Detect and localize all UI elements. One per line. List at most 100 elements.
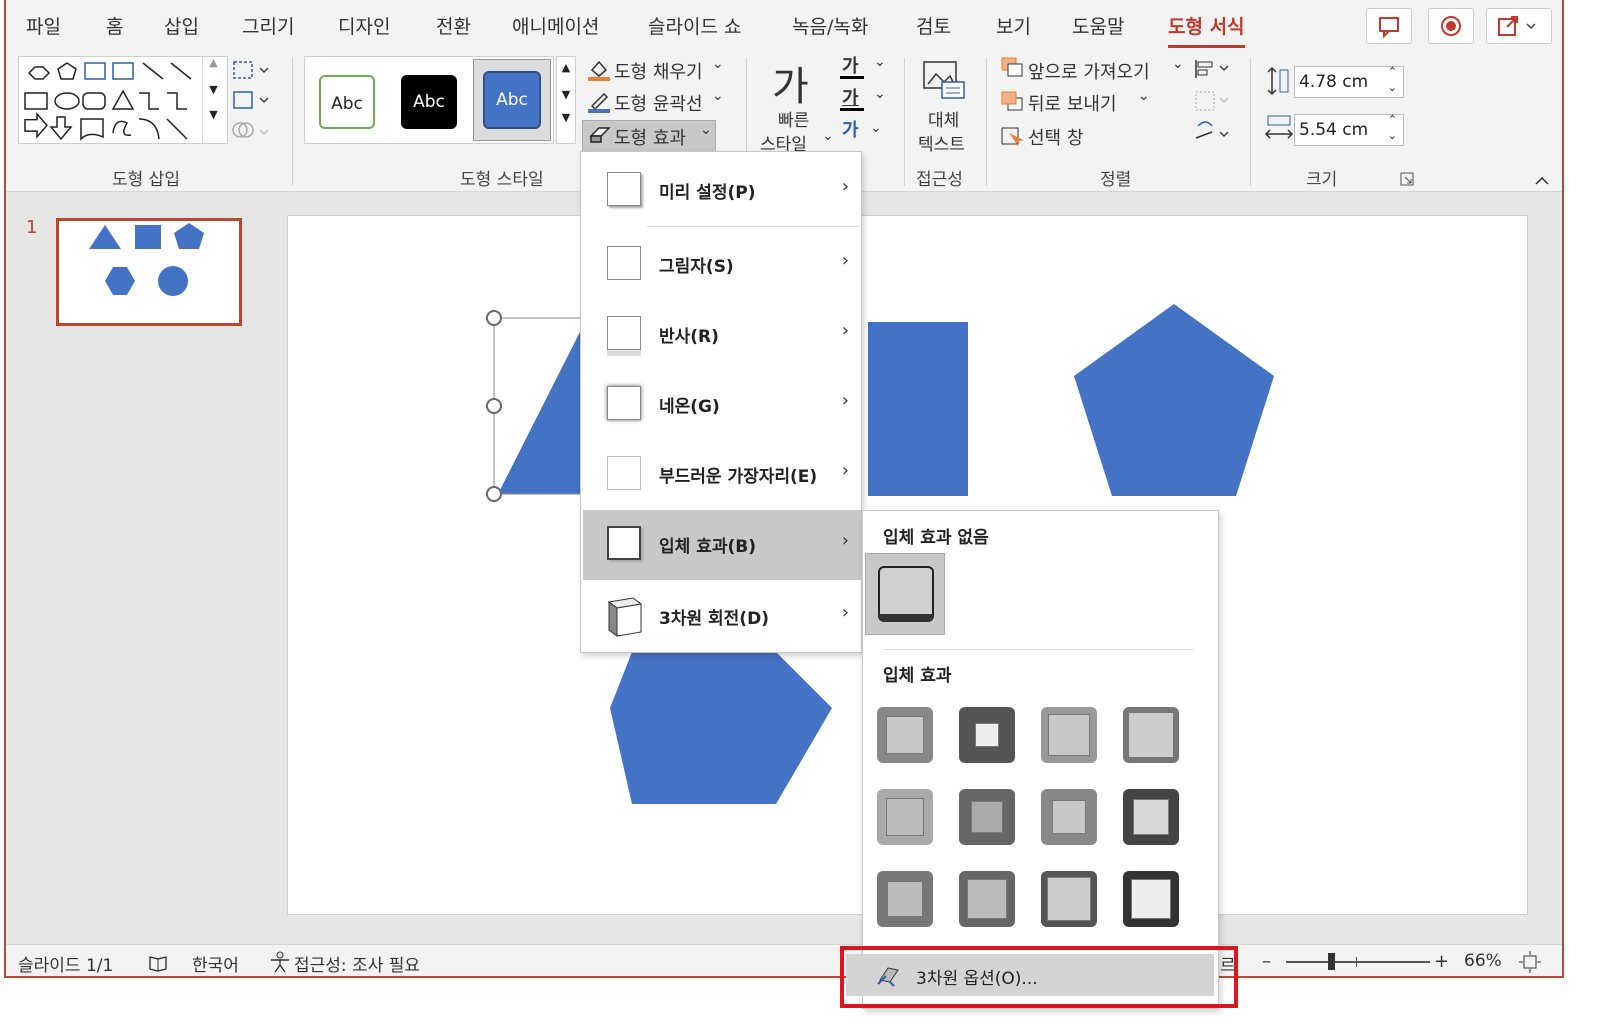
bevel-divot-icon[interactable] [877,871,933,927]
shape-insert-gallery[interactable] [18,56,228,144]
chevron-down-icon[interactable]: ⌄ [822,128,834,144]
menu-label: 3차원 회전(D) [659,609,769,629]
zoom-slider-mark [1356,957,1357,967]
alt-text-icon[interactable] [920,58,968,102]
tab-animations[interactable]: 애니메이션 [512,12,599,39]
separator [883,649,1193,650]
reflection-icon [607,316,641,350]
bevel-cross-icon[interactable] [1041,707,1097,763]
tab-home[interactable]: 홈 [106,12,123,39]
tab-help[interactable]: 도움말 [1072,12,1124,39]
style-blue-fill[interactable]: Abc [483,71,541,129]
zoom-out-button[interactable]: – [1262,951,1271,972]
width-input[interactable]: 5.54 cm ⌃ ⌄ [1294,113,1404,146]
send-backward-button[interactable]: 뒤로 보내기 [1028,90,1117,116]
quick-styles-glyph[interactable]: 가 [772,54,809,112]
share-button[interactable] [1486,8,1552,44]
chevron-down-icon[interactable]: ⌄ [874,54,886,70]
chevron-down-icon[interactable]: ⌄ [1138,88,1150,104]
menu-item-3d-rotation[interactable]: 3차원 회전(D) › [583,582,861,650]
shape-style-gallery[interactable]: Abc Abc Abc [304,56,554,144]
bevel-angle-icon[interactable] [877,789,933,845]
tab-draw[interactable]: 그리기 [242,12,294,39]
menu-item-presets[interactable]: 미리 설정(P) › [583,156,861,224]
collapse-ribbon-icon[interactable] [1534,174,1550,186]
tab-insert[interactable]: 삽입 [164,12,199,39]
align-rotate-icons[interactable] [1190,56,1236,152]
chevron-down-icon[interactable]: ⌄ [1172,56,1184,72]
zoom-in-button[interactable]: + [1434,951,1449,972]
menu-item-shadow[interactable]: 그림자(S) › [583,230,861,298]
text-outline-button[interactable]: 가 [842,84,859,110]
bring-forward-button[interactable]: 앞으로 가져오기 [1028,58,1150,84]
comments-button[interactable] [1366,8,1412,44]
tab-shape-format[interactable]: 도형 서식 [1168,12,1245,48]
alt-text-label-1[interactable]: 대체 [928,106,959,131]
menu-item-reflection[interactable]: 반사(R) › [583,300,861,368]
zoom-slider-thumb[interactable] [1328,953,1335,970]
style-gallery-scroll[interactable]: ▲ ▼ ▼ [556,56,576,144]
alt-text-label-2[interactable]: 텍스트 [918,130,965,155]
chevron-down-icon[interactable]: ⌄ [712,88,724,104]
style-outline-green[interactable]: Abc [319,75,375,129]
bevel-riblet-icon[interactable] [959,871,1015,927]
tab-design[interactable]: 디자인 [338,12,390,39]
text-effects-button[interactable]: 가 [842,116,859,142]
bevel-cool-slant-icon[interactable] [1123,707,1179,763]
dialog-launcher-icon[interactable] [1400,172,1414,186]
fit-to-window-icon[interactable] [1518,951,1542,973]
tab-record[interactable]: 녹음/녹화 [792,12,868,39]
bevel-hard-edge-icon[interactable] [1041,871,1097,927]
text-fill-button[interactable]: 가 [842,52,859,78]
group-label-arrange: 정렬 [1100,170,1132,190]
no-bevel-option[interactable] [865,553,945,635]
tab-slideshow[interactable]: 슬라이드 쇼 [648,12,741,39]
menu-item-bevel[interactable]: 입체 효과(B) › [583,510,861,580]
bevel-relaxed-inset-icon[interactable] [959,707,1015,763]
3d-rotation-icon [607,597,643,637]
paint-bucket-icon [588,60,610,81]
accessibility-icon[interactable] [268,951,292,973]
chevron-right-icon: › [841,176,849,197]
shape-gallery-scroll[interactable]: ▲ ▼ ▼ [202,56,224,144]
height-input[interactable]: 4.78 cm ⌃ ⌄ [1294,65,1404,98]
spell-check-icon[interactable] [148,953,170,973]
chevron-down-icon[interactable]: ⌄ [874,86,886,102]
width-icon [1264,115,1294,139]
pen-icon [588,92,610,113]
tab-transitions[interactable]: 전환 [436,12,471,39]
bevel-soft-round-icon[interactable] [959,789,1015,845]
chevron-right-icon: › [841,602,849,623]
menu-item-soft-edges[interactable]: 부드러운 가장자리(E) › [583,440,861,508]
bevel-icon [607,526,641,560]
accessibility-status[interactable]: 접근성: 조사 필요 [294,951,420,976]
zoom-slider-track[interactable] [1286,961,1430,963]
selection-pane-button[interactable]: 선택 창 [1028,124,1083,150]
slide-thumbnail[interactable] [56,218,242,326]
bevel-art-deco-icon[interactable] [1123,871,1179,927]
send-backward-icon [1001,91,1023,111]
chevron-right-icon: › [841,320,849,341]
quick-styles-label-1[interactable]: 빠른 [778,106,809,131]
language-label[interactable]: 한국어 [192,951,239,976]
edit-shape-icons[interactable] [230,58,274,146]
tab-file[interactable]: 파일 [26,12,61,39]
bevel-slope-icon[interactable] [1123,789,1179,845]
triangle-shape [498,316,588,494]
style-black-fill[interactable]: Abc [401,75,457,129]
chevron-down-icon[interactable]: ⌄ [712,56,724,72]
tab-review[interactable]: 검토 [916,12,951,39]
resize-handle [486,486,502,502]
chevron-down-icon[interactable]: ⌄ [870,120,882,136]
comment-icon [1379,17,1399,39]
bevel-circle-icon[interactable] [877,707,933,763]
shape-fill-button[interactable]: 도형 채우기 [614,58,703,84]
chevron-down-icon: ⌄ [700,122,712,138]
record-button[interactable] [1428,8,1474,44]
group-label-size: 크기 [1306,170,1338,190]
tab-view[interactable]: 보기 [996,12,1031,39]
zoom-level[interactable]: 66% [1464,951,1502,971]
bevel-convex-icon[interactable] [1041,789,1097,845]
menu-item-glow[interactable]: 네온(G) › [583,370,861,438]
shape-outline-button[interactable]: 도형 윤곽선 [614,90,703,116]
